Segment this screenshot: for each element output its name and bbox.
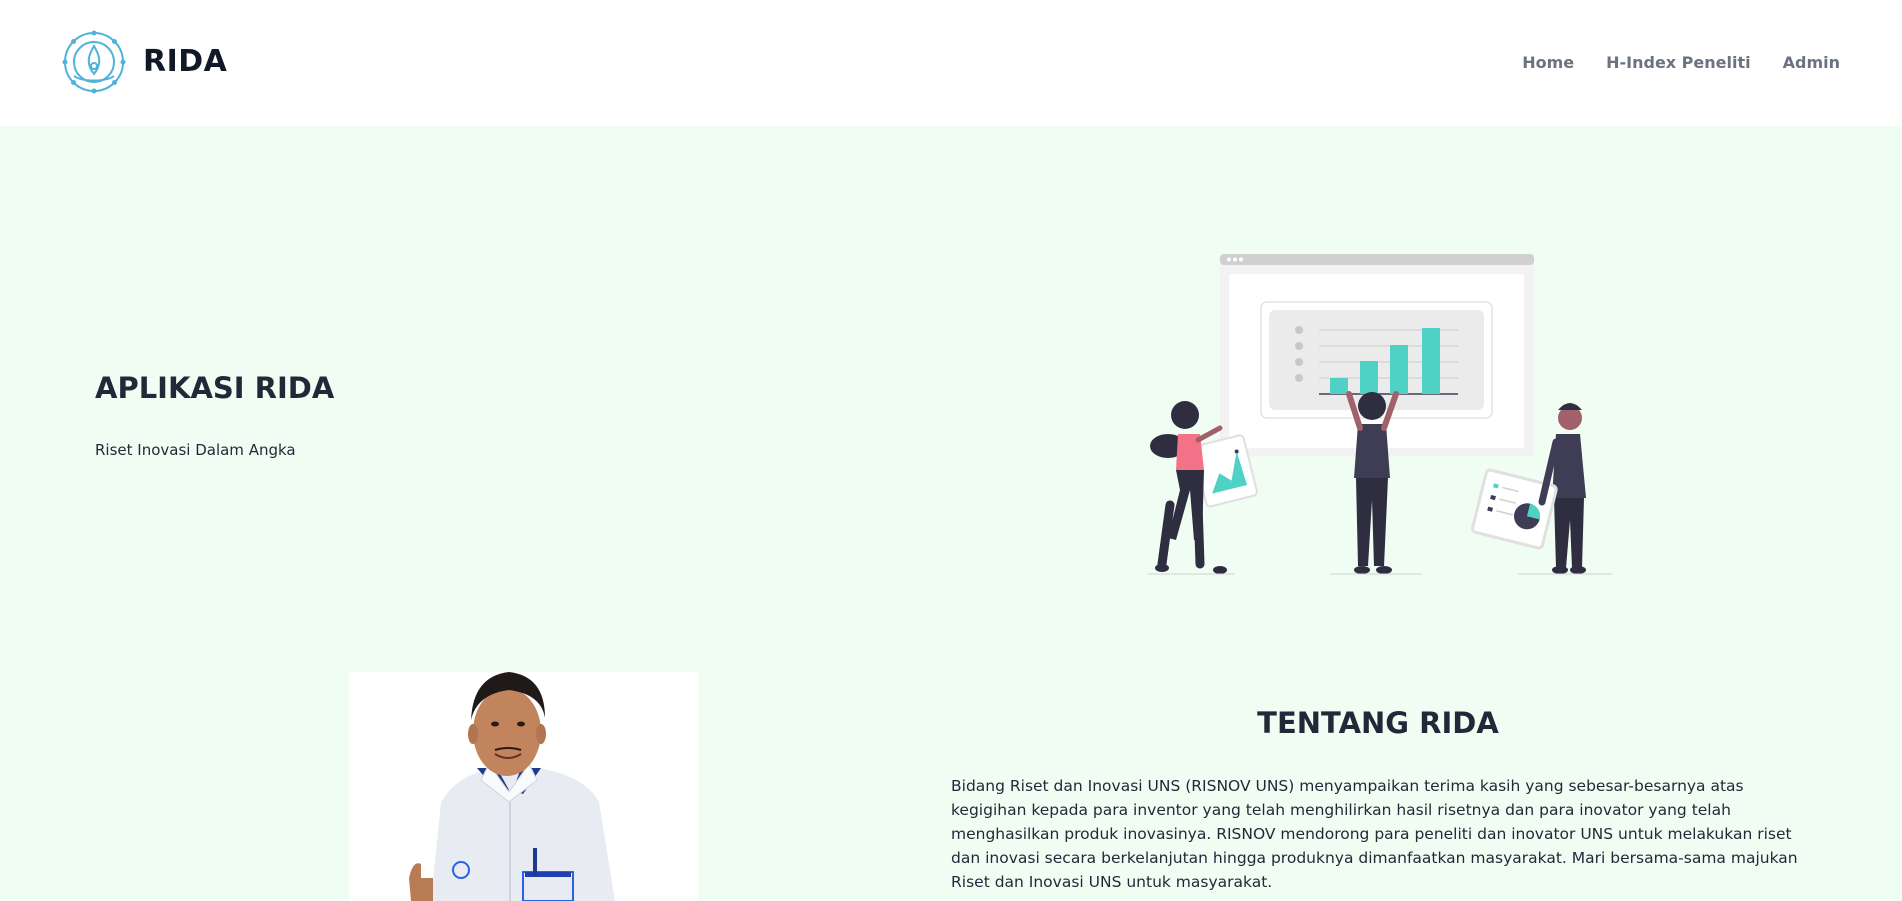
brand-name[interactable]: RIDA [143,44,227,79]
about-title: TENTANG RIDA [1257,706,1499,740]
hero-subtitle: Riset Inovasi Dalam Angka [95,441,296,459]
person-photo [349,672,698,901]
nav-home[interactable]: Home [1522,53,1574,72]
about-description: Bidang Riset dan Inovasi UNS (RISNOV UNS… [951,777,1798,891]
nav-h-index-peneliti[interactable]: H-Index Peneliti [1606,53,1751,72]
uns-emblem-icon[interactable] [62,30,126,94]
site-header: RIDA Home H-Index Peneliti Admin [0,0,1902,126]
main-nav: Home H-Index Peneliti Admin [1522,53,1840,72]
hero-title: APLIKASI RIDA [95,371,335,405]
nav-admin[interactable]: Admin [1783,53,1840,72]
data-analysis-illustration [1140,250,1615,580]
